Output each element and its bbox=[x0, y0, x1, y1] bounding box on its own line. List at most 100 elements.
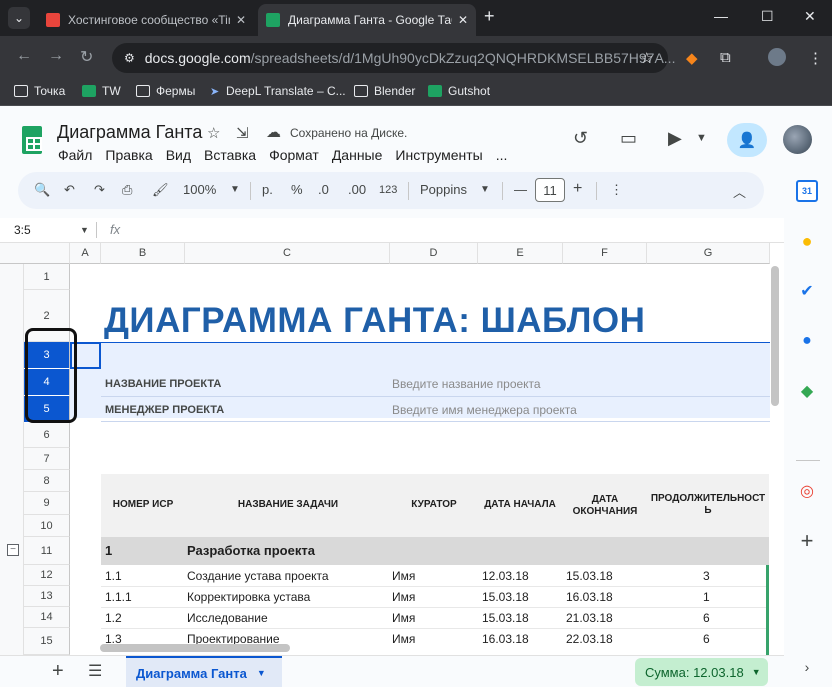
meet-icon[interactable]: ▶ bbox=[668, 128, 682, 149]
tab-search-button[interactable]: ⌄ bbox=[8, 7, 30, 29]
bookmark-item[interactable]: TW bbox=[82, 84, 121, 98]
close-window-icon[interactable]: ✕ bbox=[804, 8, 816, 25]
star-icon[interactable]: ☆ bbox=[207, 124, 220, 142]
forward-icon[interactable]: → bbox=[48, 47, 64, 65]
group-number[interactable]: 1 bbox=[105, 543, 112, 558]
horizontal-scrollbar[interactable] bbox=[100, 644, 290, 652]
menu-tools[interactable]: Инструменты bbox=[395, 147, 482, 163]
all-sheets-menu-icon[interactable]: ☰ bbox=[88, 661, 102, 681]
sum-explore-button[interactable]: Сумма: 12.03.18 ▼ bbox=[635, 658, 768, 686]
select-all-corner[interactable] bbox=[0, 243, 70, 264]
zoom-select[interactable]: 100% bbox=[183, 182, 216, 197]
bookmark-star-icon[interactable]: ☆ bbox=[640, 49, 653, 67]
sheet-tab-dropdown-icon[interactable]: ▼ bbox=[257, 668, 266, 678]
contacts-icon[interactable]: ● bbox=[796, 330, 818, 352]
reload-icon[interactable]: ↻ bbox=[80, 47, 93, 67]
row-header-6[interactable]: 6 bbox=[24, 423, 70, 448]
column-header-f[interactable]: F bbox=[563, 243, 647, 264]
column-header-c[interactable]: C bbox=[185, 243, 390, 264]
site-info-icon[interactable]: ⚙ bbox=[124, 51, 135, 65]
zoom-dropdown-icon[interactable]: ▼ bbox=[230, 184, 240, 195]
row-header-12[interactable]: 12 bbox=[24, 565, 70, 586]
row-header-13[interactable]: 13 bbox=[24, 586, 70, 607]
profile-avatar[interactable] bbox=[768, 48, 786, 66]
row-header-9[interactable]: 9 bbox=[24, 492, 70, 515]
calendar-icon[interactable]: 31 bbox=[796, 180, 818, 202]
row-header-7[interactable]: 7 bbox=[24, 448, 70, 470]
group-name[interactable]: Разработка проекта bbox=[187, 543, 315, 558]
collapse-group-icon[interactable]: − bbox=[7, 544, 19, 556]
bookmark-item[interactable]: Gutshot bbox=[428, 84, 490, 98]
column-header-e[interactable]: E bbox=[478, 243, 563, 264]
keep-icon[interactable]: ● bbox=[796, 230, 818, 252]
close-tab-icon[interactable]: ✕ bbox=[236, 13, 246, 27]
font-select[interactable]: Poppins bbox=[420, 182, 467, 197]
formula-input[interactable] bbox=[134, 220, 774, 240]
column-header-g[interactable]: G bbox=[647, 243, 770, 264]
add-sheet-button[interactable]: + bbox=[52, 660, 64, 683]
extensions-icon[interactable]: ⧉ bbox=[720, 49, 731, 66]
row-header-15[interactable]: 15 bbox=[24, 628, 70, 655]
vertical-scrollbar[interactable] bbox=[771, 266, 779, 406]
collapse-menus-icon[interactable]: ︿ bbox=[733, 182, 746, 201]
maps-icon[interactable]: ◆ bbox=[796, 380, 818, 402]
browser-menu-icon[interactable]: ⋮ bbox=[808, 49, 823, 67]
print-icon[interactable]: ⎙ bbox=[122, 182, 132, 198]
column-header-a[interactable]: A bbox=[70, 243, 101, 264]
project-name-value[interactable]: Введите название проекта bbox=[392, 377, 541, 391]
back-icon[interactable]: ← bbox=[16, 47, 32, 65]
tasks-icon[interactable]: ✔ bbox=[796, 280, 818, 302]
paint-format-icon[interactable]: 🖌 bbox=[152, 182, 169, 198]
metamask-extension-icon[interactable]: ◆ bbox=[686, 49, 698, 67]
column-header-d[interactable]: D bbox=[390, 243, 478, 264]
bookmark-item[interactable]: Фермы bbox=[136, 84, 195, 98]
meet-dropdown-icon[interactable]: ▼ bbox=[696, 132, 707, 144]
share-button[interactable]: 👤 bbox=[727, 123, 767, 157]
menu-insert[interactable]: Вставка bbox=[204, 147, 256, 163]
comments-icon[interactable]: ▭ bbox=[620, 128, 637, 149]
font-size-input[interactable]: 11 bbox=[535, 178, 565, 202]
manager-value[interactable]: Введите имя менеджера проекта bbox=[392, 403, 577, 417]
undo-icon[interactable]: ↶ bbox=[64, 182, 75, 198]
currency-format-button[interactable]: р. bbox=[262, 182, 273, 197]
document-title[interactable]: Диаграмма Ганта bbox=[57, 122, 202, 143]
font-size-decrease-icon[interactable]: — bbox=[514, 182, 527, 197]
menu-edit[interactable]: Правка bbox=[105, 147, 152, 163]
name-box-dropdown-icon[interactable]: ▼ bbox=[80, 225, 89, 235]
menu-data[interactable]: Данные bbox=[332, 147, 383, 163]
browser-tab-gantt[interactable]: Диаграмма Ганта - Google Таб ✕ bbox=[258, 4, 476, 36]
menu-format[interactable]: Формат bbox=[269, 147, 319, 163]
search-menus-icon[interactable]: 🔍 bbox=[34, 182, 50, 198]
move-folder-icon[interactable]: ⇲ bbox=[236, 124, 249, 142]
row-header-11[interactable]: 11 bbox=[24, 537, 70, 565]
menu-view[interactable]: Вид bbox=[166, 147, 191, 163]
menu-more[interactable]: ... bbox=[496, 147, 508, 163]
decrease-decimal-button[interactable]: .0 bbox=[318, 182, 329, 197]
percent-format-button[interactable]: % bbox=[291, 182, 303, 197]
browser-tab-hosting[interactable]: Хостинговое сообщество «Tim ✕ bbox=[38, 4, 254, 36]
minimize-icon[interactable]: — bbox=[714, 8, 728, 24]
name-box[interactable]: 3:5 bbox=[14, 223, 31, 237]
bookmark-item[interactable]: ➤ DeepL Translate – С... bbox=[210, 84, 346, 98]
sheets-logo-icon[interactable] bbox=[22, 126, 42, 154]
version-history-icon[interactable]: ↺ bbox=[573, 128, 588, 149]
row-header-1[interactable]: 1 bbox=[24, 264, 70, 290]
get-addons-icon[interactable]: + bbox=[796, 528, 818, 553]
spreadsheet-grid[interactable]: A B C D E F G − 1 2 3 4 5 6 7 8 9 10 11 … bbox=[0, 243, 784, 655]
font-size-increase-icon[interactable]: + bbox=[573, 180, 582, 198]
font-dropdown-icon[interactable]: ▼ bbox=[480, 184, 490, 195]
column-header-b[interactable]: B bbox=[101, 243, 185, 264]
bookmark-item[interactable]: Точка bbox=[14, 84, 65, 98]
increase-decimal-button[interactable]: .00 bbox=[348, 182, 366, 197]
close-tab-icon[interactable]: ✕ bbox=[458, 13, 468, 27]
expand-panel-icon[interactable]: › bbox=[796, 656, 818, 678]
new-tab-icon[interactable]: + bbox=[484, 6, 495, 27]
account-avatar[interactable] bbox=[783, 125, 812, 154]
menu-file[interactable]: Файл bbox=[58, 147, 92, 163]
row-header-10[interactable]: 10 bbox=[24, 515, 70, 537]
row-header-14[interactable]: 14 bbox=[24, 607, 70, 628]
redo-icon[interactable]: ↷ bbox=[94, 182, 105, 198]
address-bar[interactable]: ⚙ docs.google.com/spreadsheets/d/1MgUh90… bbox=[112, 43, 675, 73]
row-header-8[interactable]: 8 bbox=[24, 470, 70, 492]
bookmark-item[interactable]: Blender bbox=[354, 84, 415, 98]
